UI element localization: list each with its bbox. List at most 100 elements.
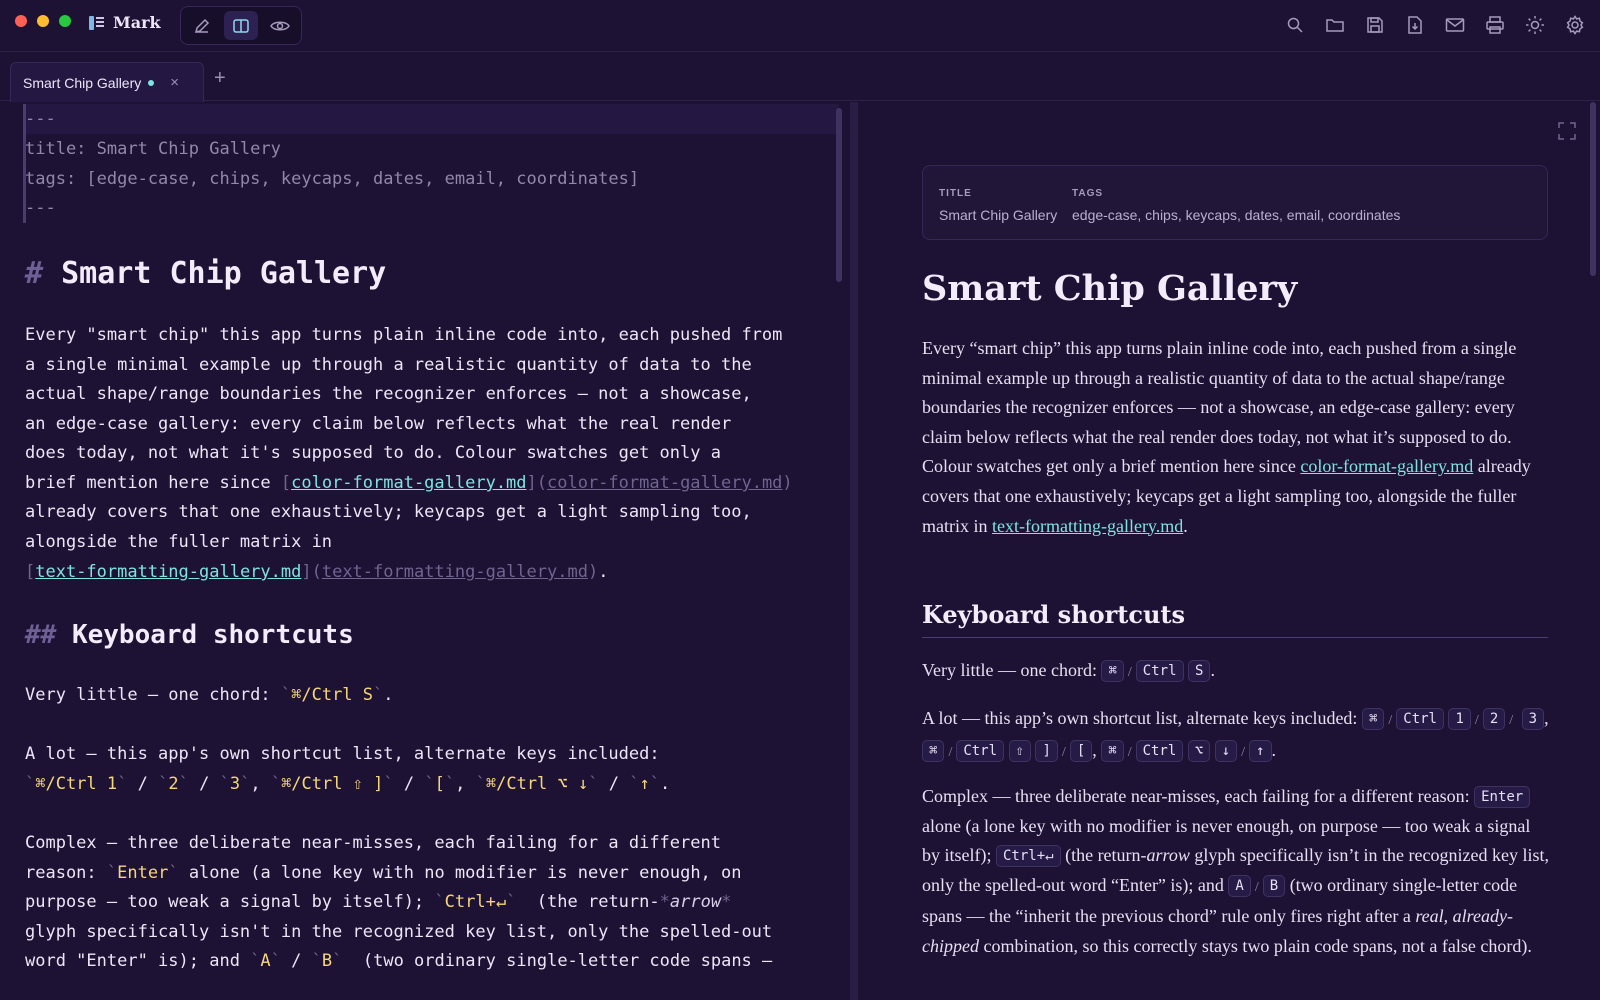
editor-link-text[interactable]: color-format-gallery.md [291, 473, 526, 493]
editor-line: `⌘/Ctrl 1` / `2` / `3`, `⌘/Ctrl ⇧ ]` / `… [25, 774, 671, 794]
meta-tags-key: TAGS [1072, 188, 1104, 199]
heading-marker: ## [25, 620, 57, 650]
close-window-button[interactable] [15, 15, 27, 27]
tab-smart-chip-gallery[interactable]: Smart Chip Gallery × [10, 62, 204, 102]
preview-paragraph: A lot — this app’s own shortcut list, al… [922, 708, 1549, 762]
search-icon [1287, 17, 1303, 33]
meta-title-key: TITLE [939, 188, 972, 199]
email-button[interactable] [1442, 12, 1468, 38]
open-folder-button[interactable] [1322, 12, 1348, 38]
keycap: ⌘ [1101, 739, 1124, 762]
editor-line: actual shape/range boundaries the recogn… [25, 384, 752, 404]
editor-line: Very little — one chord: `⌘/Ctrl S`. [25, 685, 394, 705]
active-line-highlight [26, 104, 839, 134]
preview-heading-1: Smart Chip Gallery [922, 268, 1298, 309]
editor-line: an edge-case gallery: every claim below … [25, 414, 732, 434]
preview-mode-button[interactable] [262, 11, 297, 40]
keycap: Ctrl [956, 739, 1005, 762]
code-span: Enter [1474, 786, 1531, 808]
unsaved-indicator [148, 79, 155, 86]
editor-line: alongside the fuller matrix in [25, 532, 333, 552]
inline-code: 2 [168, 774, 179, 794]
keycap: Ctrl [1135, 660, 1184, 682]
keycap: Ctrl [1396, 708, 1444, 730]
tab-bar: Smart Chip Gallery × + [0, 53, 1600, 102]
editor-line: tags: [edge-case, chips, keycaps, dates,… [25, 169, 640, 189]
keycap: Ctrl [1135, 739, 1184, 762]
edit-mode-button[interactable] [185, 11, 220, 40]
preview-paragraph: Every “smart chip” this app turns plain … [922, 338, 1531, 536]
keycap: ↓ [1214, 739, 1238, 762]
inline-code: Ctrl+↵ [444, 892, 507, 912]
inline-code: ⌘/Ctrl 1 [35, 774, 118, 794]
editor-scrollbar[interactable] [836, 108, 842, 282]
keycap: ] [1035, 739, 1058, 762]
inline-code: [ [434, 774, 445, 794]
editor-heading-2: ## Keyboard shortcuts [25, 620, 354, 650]
meta-title-value: Smart Chip Gallery [939, 207, 1058, 223]
inline-code: B [321, 951, 333, 971]
view-mode-switcher [180, 6, 302, 45]
inline-code: ⌘/Ctrl ⇧ ] [281, 774, 384, 794]
frontmatter-card: TITLE Smart Chip Gallery TAGS edge-case,… [922, 165, 1548, 240]
new-tab-button[interactable]: + [214, 67, 226, 90]
editor-line: brief mention here since [color-format-g… [25, 473, 793, 493]
pane-divider[interactable] [850, 102, 858, 1000]
preview-link[interactable]: color-format-gallery.md [1300, 456, 1473, 476]
meta-tags-value: edge-case, chips, keycaps, dates, email,… [1072, 207, 1401, 223]
export-button[interactable] [1402, 12, 1428, 38]
print-button[interactable] [1482, 12, 1508, 38]
preview-scrollbar[interactable] [1590, 102, 1596, 276]
inline-code: Enter [117, 863, 169, 883]
print-icon [1486, 16, 1504, 34]
preview-heading-2: Keyboard shortcuts [922, 600, 1548, 638]
app-logo-icon [89, 15, 104, 30]
editor-line: a single minimal example up through a re… [25, 355, 752, 375]
close-tab-icon[interactable]: × [170, 74, 179, 91]
settings-icon [1566, 15, 1584, 35]
export-icon [1408, 16, 1422, 34]
editor-line: word "Enter" is); and `A` / `B` (two ord… [25, 951, 773, 971]
folder-icon [1326, 19, 1344, 32]
inline-code: 3 [229, 774, 241, 794]
keycap: [ [1069, 739, 1093, 762]
code-span: B [1262, 874, 1286, 897]
editor-line: purpose — too weak a signal by itself); … [25, 892, 732, 912]
keycap: S [1188, 660, 1211, 682]
split-icon [233, 18, 249, 33]
code-span: Ctrl+↵ [996, 845, 1061, 868]
app-name: Mark [113, 13, 161, 32]
editor-line: glyph specifically isn't in the recogniz… [25, 922, 773, 942]
edit-icon [195, 18, 210, 33]
settings-button[interactable] [1562, 12, 1588, 38]
keycap: 1 [1448, 708, 1471, 730]
editor-line: title: Smart Chip Gallery [25, 139, 281, 159]
split-mode-button[interactable] [223, 11, 259, 40]
keycap: 3 [1521, 708, 1545, 730]
inline-code: A [260, 951, 271, 971]
editor-line: reason: `Enter` alone (a lone key with n… [25, 863, 742, 883]
app-brand: Mark [88, 13, 161, 32]
markdown-editor[interactable]: --- title: Smart Chip Gallery tags: [edg… [0, 102, 850, 1000]
zoom-window-button[interactable] [59, 15, 71, 27]
editor-line: Complex — three deliberate near-misses, … [25, 833, 721, 853]
editor-link-url: color-format-gallery.md [547, 473, 783, 493]
tab-label: Smart Chip Gallery [23, 74, 142, 91]
minimize-window-button[interactable] [37, 15, 49, 27]
emphasis-text: arrow [669, 892, 722, 912]
expand-icon[interactable] [1558, 122, 1576, 140]
markdown-preview: TITLE Smart Chip Gallery TAGS edge-case,… [858, 102, 1600, 1000]
preview-paragraph: Complex — three deliberate near-misses, … [922, 786, 1549, 956]
inline-code: ↑ [639, 774, 650, 794]
editor-link-text[interactable]: text-formatting-gallery.md [35, 562, 301, 582]
emphasis-text: arrow [1146, 845, 1190, 866]
keycap: ⌘ [922, 739, 945, 762]
save-button[interactable] [1362, 12, 1388, 38]
theme-toggle-button[interactable] [1522, 12, 1548, 38]
editor-line: already covers that one exhaustively; ke… [25, 502, 752, 522]
toolbar-actions [1282, 12, 1588, 38]
keycap: ↑ [1249, 739, 1272, 762]
preview-paragraph: Very little — one chord: ⌘ / Ctrl S. [922, 660, 1215, 682]
preview-link[interactable]: text-formatting-gallery.md [992, 516, 1183, 536]
search-button[interactable] [1282, 12, 1308, 38]
